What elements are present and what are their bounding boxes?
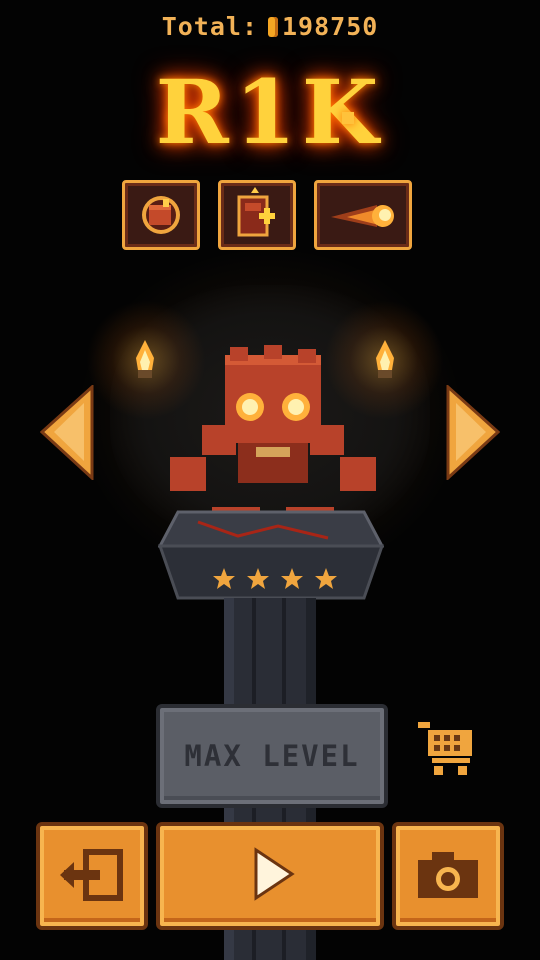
coin-icon xyxy=(268,17,278,37)
fist-ability-icon xyxy=(142,196,180,234)
camera-button[interactable] xyxy=(392,822,504,930)
total-value: 198750 xyxy=(282,12,379,41)
ability-health-boost[interactable] xyxy=(218,180,296,250)
character-sprite xyxy=(170,345,376,529)
character-name: R1K xyxy=(155,60,385,164)
camera-icon xyxy=(418,852,478,898)
total-coins: Total: 198750 xyxy=(0,12,540,41)
ability-fireball[interactable] xyxy=(314,180,412,250)
ability-fist[interactable] xyxy=(122,180,200,250)
play-icon xyxy=(254,847,295,901)
torch-left-icon xyxy=(136,340,154,378)
shopping-cart-icon[interactable] xyxy=(416,718,476,778)
health-boost-ability-icon xyxy=(237,187,275,237)
max-level-label: MAX LEVEL xyxy=(184,739,360,773)
play-button[interactable] xyxy=(156,822,384,930)
next-character-arrow-icon[interactable] xyxy=(446,385,500,480)
fireball-ability-icon xyxy=(331,205,394,227)
exit-icon xyxy=(60,849,123,901)
character-select-screen: Total: 198750 R1K MAX LEVEL xyxy=(0,0,540,960)
max-level-button[interactable]: MAX LEVEL xyxy=(156,704,388,808)
character-pedestal xyxy=(158,510,384,600)
character-title: R1K xyxy=(0,60,540,170)
title-dot-right xyxy=(342,112,354,124)
previous-character-arrow-icon[interactable] xyxy=(40,385,94,480)
total-label: Total: xyxy=(161,12,258,41)
exit-button[interactable] xyxy=(36,822,148,930)
